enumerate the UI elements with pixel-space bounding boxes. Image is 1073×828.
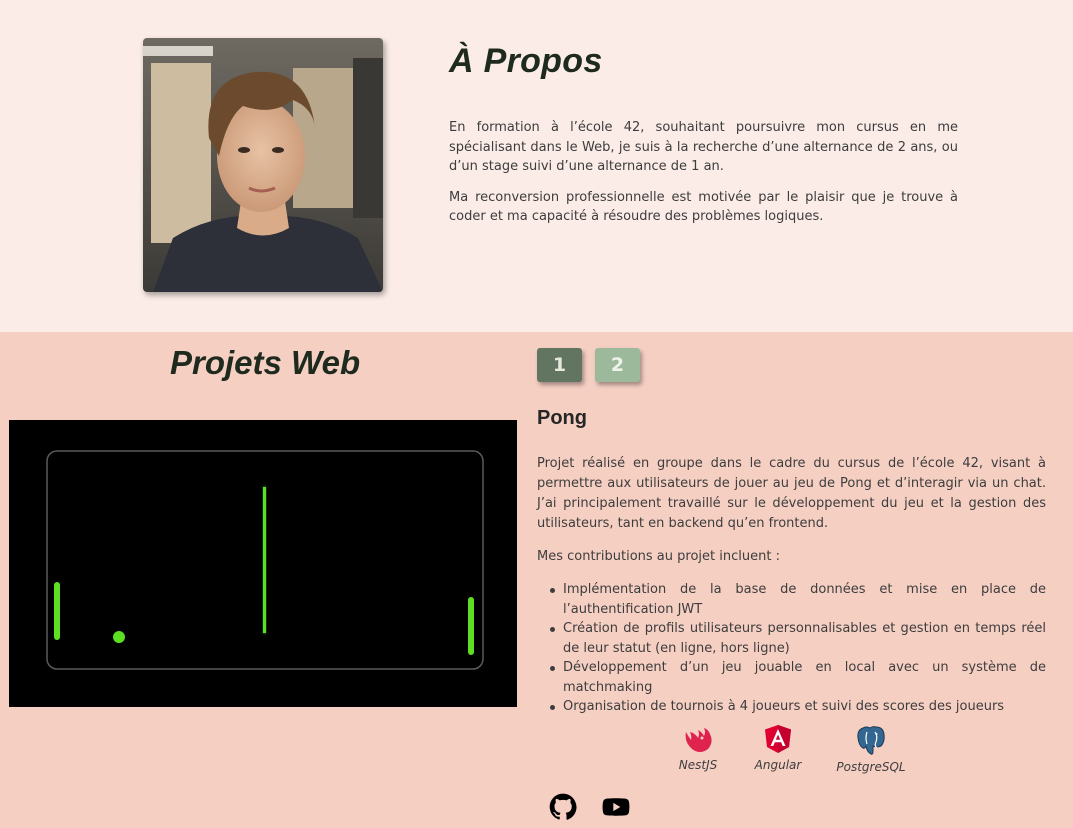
youtube-link[interactable] bbox=[602, 793, 630, 826]
about-paragraph: Ma reconversion professionnelle est moti… bbox=[449, 189, 958, 225]
project-tab-1[interactable]: 1 bbox=[537, 348, 582, 382]
list-item: Création de profils utilisateurs personn… bbox=[550, 619, 1046, 658]
about-section: À Propos En formation à l’école 42, souh… bbox=[0, 0, 1073, 332]
project-summary: Projet réalisé en groupe dans le cadre d… bbox=[537, 456, 1046, 531]
github-icon[interactable] bbox=[549, 793, 577, 821]
postgresql-icon bbox=[857, 726, 885, 755]
tech-label: Angular bbox=[754, 758, 802, 772]
profile-photo bbox=[143, 38, 383, 292]
nestjs-icon bbox=[685, 728, 712, 752]
pong-game-preview[interactable] bbox=[9, 420, 517, 707]
about-title: À Propos bbox=[449, 42, 603, 80]
projects-title: Projets Web bbox=[170, 344, 361, 381]
contributions-list: Implémentation de la base de données et … bbox=[537, 580, 1046, 717]
tech-angular: Angular bbox=[752, 724, 804, 772]
tech-label: PostgreSQL bbox=[836, 760, 906, 774]
about-text: En formation à l’école 42, souhaitant po… bbox=[449, 118, 958, 238]
contributions-intro: Mes contributions au projet incluent : bbox=[537, 549, 780, 564]
list-item: Développement d’un jeu jouable en local … bbox=[550, 658, 1046, 697]
project-description: Projet réalisé en groupe dans le cadre d… bbox=[537, 454, 1046, 717]
angular-icon bbox=[765, 725, 791, 753]
tech-postgresql: PostgreSQL bbox=[834, 724, 908, 774]
youtube-icon[interactable] bbox=[602, 793, 630, 821]
tech-nestjs: NestJS bbox=[672, 724, 724, 772]
project-tab-2[interactable]: 2 bbox=[595, 348, 640, 382]
tech-label: NestJS bbox=[678, 758, 718, 772]
about-paragraph: En formation à l’école 42, souhaitant po… bbox=[449, 120, 958, 174]
projects-section: Projets Web 1 2 Pong Projet réalisé en g… bbox=[0, 332, 1073, 828]
list-item: Implémentation de la base de données et … bbox=[550, 580, 1046, 619]
list-item: Organisation de tournois à 4 joueurs et … bbox=[550, 697, 1046, 717]
project-name: Pong bbox=[537, 407, 587, 429]
github-link[interactable] bbox=[549, 793, 577, 826]
